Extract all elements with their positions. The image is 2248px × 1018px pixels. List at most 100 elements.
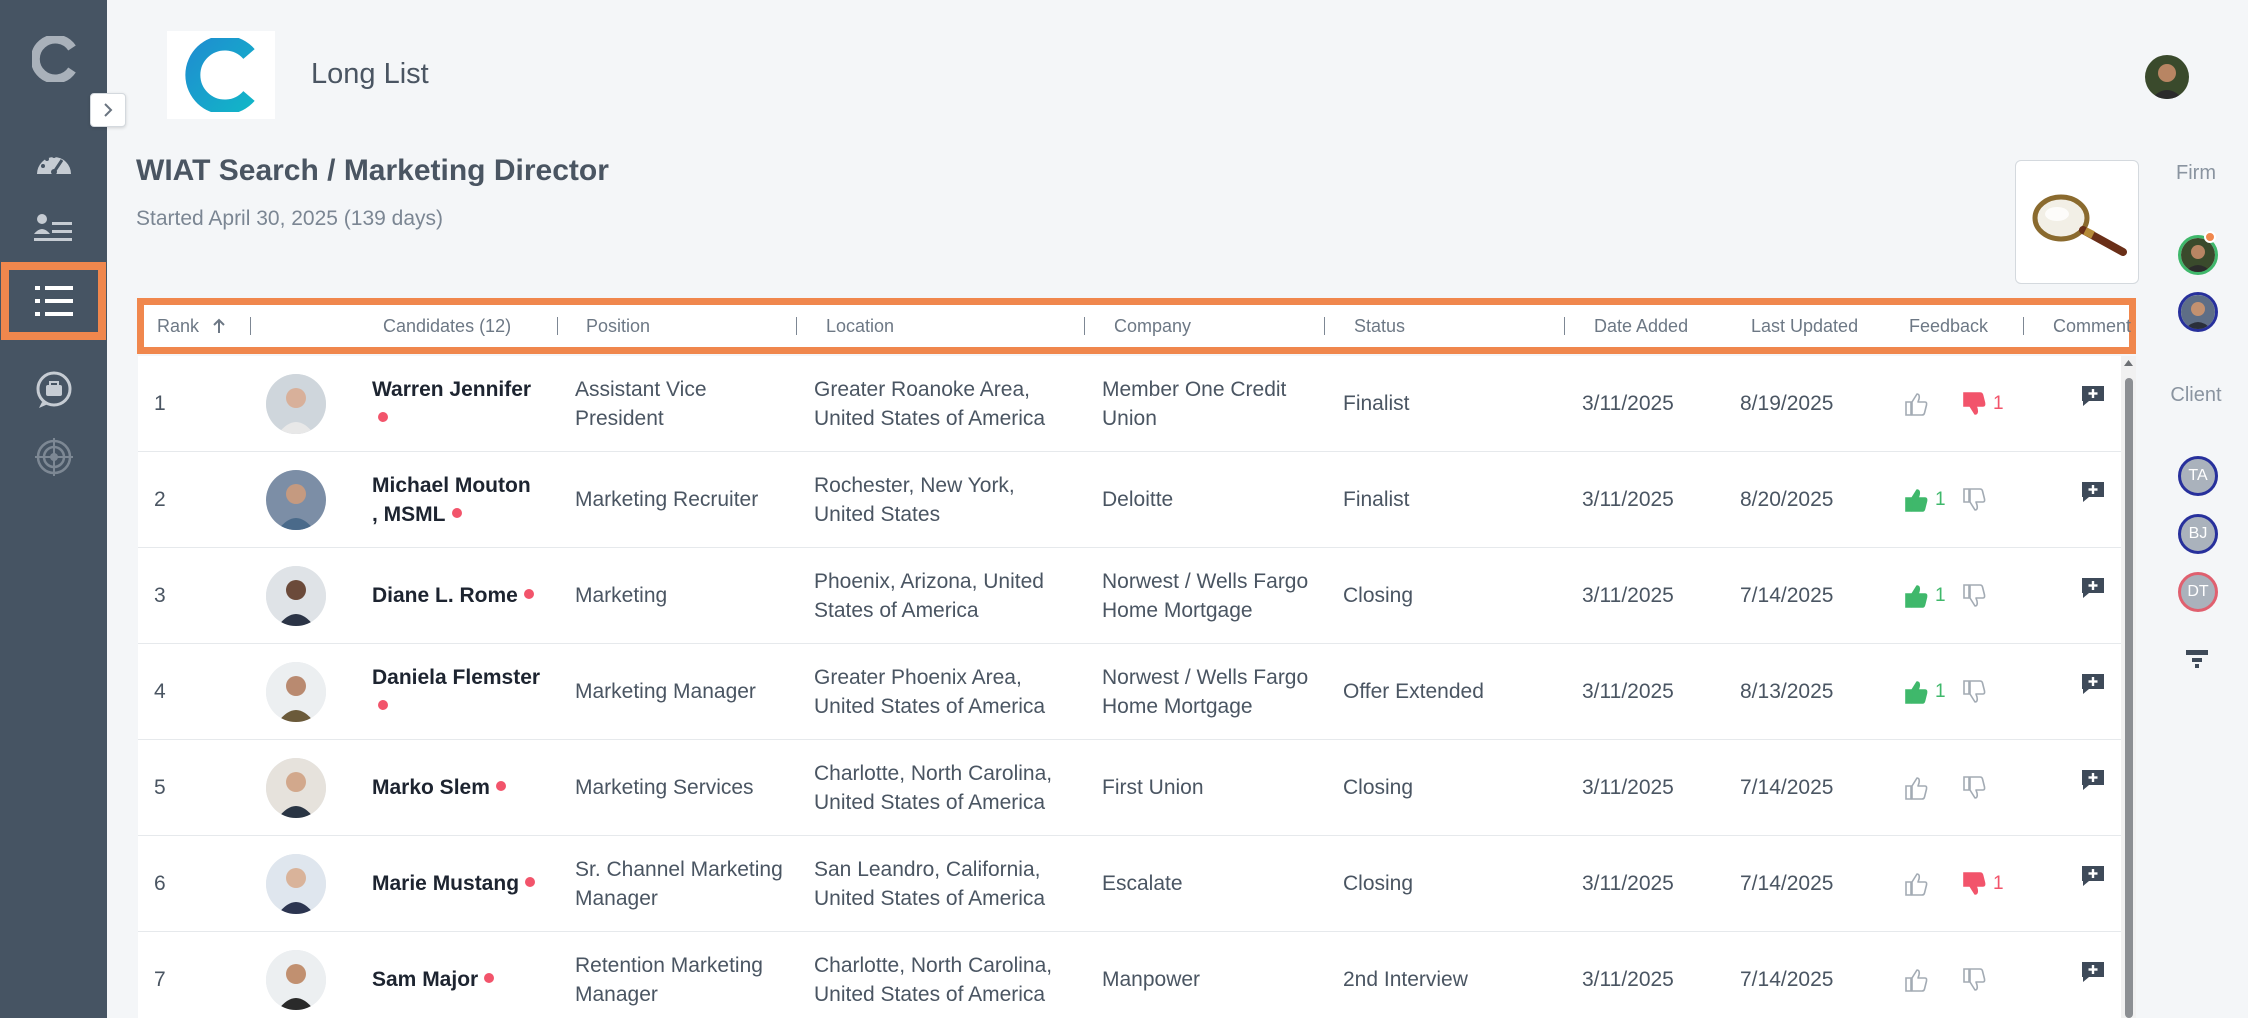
feedback-like[interactable] (1903, 356, 1963, 451)
comment-button[interactable] (2080, 924, 2110, 1018)
candidate-photo[interactable] (266, 854, 326, 914)
candidate-photo[interactable] (266, 470, 326, 530)
add-comment-icon[interactable] (2080, 480, 2106, 504)
filter-icon[interactable] (2184, 648, 2210, 672)
candidate-name[interactable]: Michael Mouton , MSML (372, 474, 531, 526)
feedback-like[interactable] (1903, 836, 1963, 931)
column-divider[interactable] (557, 317, 558, 335)
column-divider[interactable] (250, 317, 251, 335)
client-member-avatar[interactable]: TA (2178, 456, 2218, 496)
column-header-candidates[interactable]: Candidates (12) (383, 305, 511, 347)
table-row[interactable]: 3 Diane L. Rome Marketing Phoenix, Arizo… (138, 548, 2121, 644)
comment-button[interactable] (2080, 636, 2110, 731)
feedback-dislike[interactable] (1961, 644, 2021, 739)
candidate-photo[interactable] (266, 566, 326, 626)
thumbs-up-icon[interactable] (1903, 583, 1929, 609)
table-row[interactable]: 6 Marie Mustang Sr. Channel Marketing Ma… (138, 836, 2121, 932)
candidate-name[interactable]: Daniela Flemster (372, 666, 540, 689)
comment-button[interactable] (2080, 444, 2110, 539)
client-member-avatar[interactable]: DT (2178, 572, 2218, 612)
table-row[interactable]: 5 Marko Slem Marketing Services Charlott… (138, 740, 2121, 836)
comment-button[interactable] (2080, 828, 2110, 923)
column-header-feedback[interactable]: Feedback (1909, 305, 1988, 347)
thumbs-down-icon[interactable] (1961, 871, 1987, 897)
feedback-dislike[interactable] (1961, 452, 2021, 547)
status-cell[interactable]: Offer Extended (1343, 644, 1563, 739)
candidate-photo[interactable] (266, 662, 326, 722)
column-header-position[interactable]: Position (586, 305, 650, 347)
column-divider[interactable] (1564, 317, 1565, 335)
candidate-name-cell[interactable]: Warren Jennifer (372, 356, 542, 451)
sidebar-item-messages[interactable] (0, 360, 107, 420)
column-header-company[interactable]: Company (1114, 305, 1191, 347)
status-cell[interactable]: Closing (1343, 836, 1563, 931)
add-comment-icon[interactable] (2080, 672, 2106, 696)
add-comment-icon[interactable] (2080, 384, 2106, 408)
candidate-name[interactable]: Sam Major (372, 968, 478, 991)
feedback-dislike[interactable]: 1 (1961, 836, 2021, 931)
candidate-name-cell[interactable]: Daniela Flemster (372, 644, 542, 739)
table-row[interactable]: 2 Michael Mouton , MSML Marketing Recrui… (138, 452, 2121, 548)
status-cell[interactable]: Finalist (1343, 452, 1563, 547)
feedback-dislike[interactable] (1961, 932, 2021, 1018)
comment-button[interactable] (2080, 732, 2110, 827)
candidate-name[interactable]: Marko Slem (372, 776, 490, 799)
app-logo-icon[interactable] (32, 36, 78, 82)
user-avatar[interactable] (2145, 55, 2189, 99)
thumbs-down-icon[interactable] (1961, 583, 1987, 609)
scrollbar-thumb[interactable] (2125, 378, 2133, 1018)
feedback-like[interactable]: 1 (1903, 644, 1963, 739)
sidebar-item-dashboard[interactable] (0, 133, 107, 193)
feedback-dislike[interactable] (1961, 548, 2021, 643)
firm-member-avatar[interactable] (2178, 292, 2218, 332)
status-cell[interactable]: Closing (1343, 548, 1563, 643)
sort-ascending-icon[interactable] (212, 318, 226, 334)
scroll-up-arrow-icon[interactable] (2121, 356, 2136, 370)
candidate-name[interactable]: Marie Mustang (372, 872, 519, 895)
thumbs-down-icon[interactable] (1961, 391, 1987, 417)
add-comment-icon[interactable] (2080, 576, 2106, 600)
add-comment-icon[interactable] (2080, 768, 2106, 792)
thumbs-up-icon[interactable] (1903, 871, 1929, 897)
column-header-status[interactable]: Status (1354, 305, 1405, 347)
column-header-rank[interactable]: Rank (157, 305, 226, 347)
table-row[interactable]: 7 Sam Major Retention Marketing Manager … (138, 932, 2121, 1018)
thumbs-down-icon[interactable] (1961, 775, 1987, 801)
add-comment-icon[interactable] (2080, 960, 2106, 984)
candidate-name-cell[interactable]: Diane L. Rome (372, 548, 542, 643)
candidate-name-cell[interactable]: Marko Slem (372, 740, 542, 835)
sidebar-item-long-list[interactable] (1, 262, 106, 340)
candidate-name-cell[interactable]: Michael Mouton , MSML (372, 452, 542, 547)
candidate-name-cell[interactable]: Marie Mustang (372, 836, 542, 931)
feedback-dislike[interactable]: 1 (1961, 356, 2021, 451)
column-header-date-added[interactable]: Date Added (1594, 305, 1688, 347)
thumbs-up-icon[interactable] (1903, 679, 1929, 705)
thumbs-up-icon[interactable] (1903, 487, 1929, 513)
status-cell[interactable]: 2nd Interview (1343, 932, 1563, 1018)
feedback-like[interactable]: 1 (1903, 548, 1963, 643)
table-row[interactable]: 4 Daniela Flemster Marketing Manager Gre… (138, 644, 2121, 740)
feedback-like[interactable]: 1 (1903, 452, 1963, 547)
feedback-dislike[interactable] (1961, 740, 2021, 835)
column-header-comment[interactable]: Comment (2053, 305, 2131, 347)
table-row[interactable]: 1 Warren Jennifer Assistant Vice Preside… (138, 356, 2121, 452)
thumbs-up-icon[interactable] (1903, 775, 1929, 801)
thumbs-up-icon[interactable] (1903, 967, 1929, 993)
column-divider[interactable] (1084, 317, 1085, 335)
column-divider[interactable] (1324, 317, 1325, 335)
candidate-name[interactable]: Diane L. Rome (372, 584, 518, 607)
column-divider[interactable] (2023, 317, 2024, 335)
candidate-name-cell[interactable]: Sam Major (372, 932, 542, 1018)
candidate-photo[interactable] (266, 374, 326, 434)
feedback-like[interactable] (1903, 740, 1963, 835)
status-cell[interactable]: Closing (1343, 740, 1563, 835)
sidebar-item-targets[interactable] (0, 427, 107, 487)
comment-button[interactable] (2080, 540, 2110, 635)
column-header-last-updated[interactable]: Last Updated (1751, 305, 1858, 347)
client-member-avatar[interactable]: BJ (2178, 514, 2218, 554)
candidate-photo[interactable] (266, 758, 326, 818)
feedback-like[interactable] (1903, 932, 1963, 1018)
thumbs-down-icon[interactable] (1961, 679, 1987, 705)
thumbs-down-icon[interactable] (1961, 487, 1987, 513)
status-cell[interactable]: Finalist (1343, 356, 1563, 451)
